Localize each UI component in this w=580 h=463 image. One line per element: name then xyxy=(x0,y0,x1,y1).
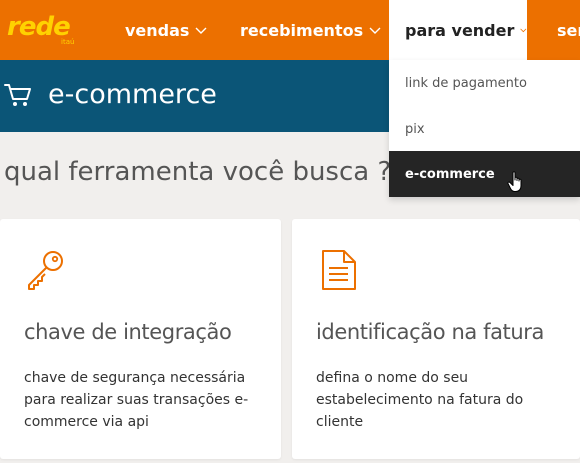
chevron-down-icon xyxy=(369,27,381,34)
card-description: defina o nome do seu estabelecimento na … xyxy=(316,370,524,430)
nav-item-servicos[interactable]: ser xyxy=(557,0,580,60)
dropdown-item-pix[interactable]: pix xyxy=(389,106,580,152)
logo-subtext: itaú xyxy=(61,38,75,46)
nav-item-para-vender[interactable]: para vender xyxy=(389,0,527,60)
card-chave-integracao[interactable]: chave de integração chave de segurança n… xyxy=(0,219,281,459)
card-description: chave de segurança necessária para reali… xyxy=(24,370,249,430)
chevron-down-icon xyxy=(195,27,207,34)
nav-item-label: recebimentos xyxy=(240,20,364,40)
chevron-down-icon xyxy=(520,28,527,33)
section-heading: qual ferramenta você busca ? xyxy=(4,157,392,187)
document-icon xyxy=(322,250,356,290)
rede-logo[interactable]: rede itaú xyxy=(7,12,77,46)
cart-icon xyxy=(4,84,31,106)
card-title: identificação na fatura xyxy=(316,320,545,344)
dropdown-item-link-de-pagamento[interactable]: link de pagamento xyxy=(389,60,580,106)
card-title: chave de integração xyxy=(24,320,232,344)
nav-item-label: ser xyxy=(557,20,580,40)
dropdown-item-e-commerce[interactable]: e-commerce xyxy=(389,151,580,197)
top-nav: rede itaú vendas recebimentos para vende… xyxy=(0,0,580,60)
key-icon xyxy=(28,251,63,290)
nav-item-vendas[interactable]: vendas xyxy=(125,0,207,60)
pointer-hand-icon xyxy=(507,171,522,192)
nav-item-label: para vender xyxy=(405,20,515,40)
nav-item-recebimentos[interactable]: recebimentos xyxy=(240,0,381,60)
page-title: e-commerce xyxy=(48,79,217,110)
para-vender-dropdown: link de pagamento pix e-commerce xyxy=(389,60,580,197)
card-identificacao-fatura[interactable]: identificação na fatura defina o nome do… xyxy=(292,219,580,459)
nav-item-label: vendas xyxy=(125,20,190,40)
